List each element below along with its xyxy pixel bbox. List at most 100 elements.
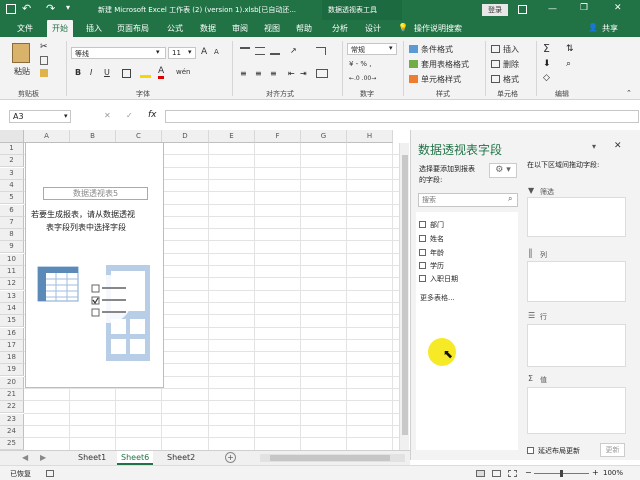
- pane-options-dropdown-icon[interactable]: ▾: [592, 142, 596, 151]
- row-header[interactable]: 19: [0, 364, 24, 377]
- minimize-button[interactable]: —: [548, 4, 557, 14]
- column-header[interactable]: F: [255, 130, 301, 143]
- conditional-format-button[interactable]: 条件格式: [421, 44, 453, 55]
- decimal-buttons[interactable]: ←.0 .00→: [349, 75, 376, 82]
- outdent-icon[interactable]: ⇥: [300, 69, 307, 78]
- redo-icon[interactable]: ↷: [46, 2, 55, 15]
- clear-icon[interactable]: ◇: [543, 73, 550, 83]
- merge-center-icon[interactable]: [316, 69, 328, 78]
- name-box[interactable]: A3: [9, 110, 71, 123]
- align-right-icon[interactable]: ≡: [270, 69, 277, 78]
- row-header[interactable]: 10: [0, 253, 24, 266]
- collapse-ribbon-icon[interactable]: ⌃: [626, 89, 632, 97]
- field-item-name[interactable]: 姓名: [419, 234, 444, 244]
- page-break-view-icon[interactable]: [508, 470, 517, 477]
- phonetic-button[interactable]: wén: [176, 68, 190, 76]
- row-header[interactable]: 23: [0, 413, 24, 426]
- italic-button[interactable]: I: [90, 68, 92, 77]
- orientation-icon[interactable]: ↗: [290, 46, 297, 55]
- fill-color-icon[interactable]: [140, 68, 151, 78]
- indent-icon[interactable]: ⇤: [288, 69, 295, 78]
- tab-help[interactable]: 帮助: [296, 23, 312, 34]
- row-header[interactable]: 21: [0, 389, 24, 401]
- paste-button[interactable]: 粘贴: [14, 66, 30, 77]
- close-button[interactable]: ✕: [614, 3, 622, 13]
- row-header[interactable]: 7: [0, 216, 24, 229]
- scroll-right-icon[interactable]: ▶: [40, 453, 46, 462]
- ribbon-display-options-icon[interactable]: [518, 5, 527, 14]
- quick-access-dropdown-icon[interactable]: ▾: [66, 3, 70, 12]
- values-drop-area[interactable]: [527, 387, 626, 434]
- row-header[interactable]: 3: [0, 167, 24, 180]
- fill-icon[interactable]: ⬇: [543, 59, 551, 69]
- scroll-thumb[interactable]: [402, 155, 408, 435]
- field-search-input[interactable]: 搜索: [418, 193, 518, 207]
- align-top-icon[interactable]: [240, 47, 250, 55]
- cancel-formula-button[interactable]: ✕: [104, 111, 111, 120]
- horizontal-scrollbar[interactable]: [260, 454, 405, 462]
- undo-icon[interactable]: ↶: [22, 2, 31, 15]
- field-checkbox[interactable]: [419, 275, 426, 282]
- sheet-tab-sheet2[interactable]: Sheet2: [163, 451, 199, 465]
- align-left-icon[interactable]: ≡: [240, 69, 247, 78]
- row-header[interactable]: 14: [0, 302, 24, 315]
- defer-update-checkbox[interactable]: [527, 447, 534, 454]
- row-header[interactable]: 1: [0, 143, 24, 155]
- tab-page-layout[interactable]: 页面布局: [117, 23, 149, 34]
- macro-record-icon[interactable]: [46, 470, 54, 477]
- add-sheet-button[interactable]: +: [225, 452, 236, 463]
- more-tables-link[interactable]: 更多表格...: [420, 293, 455, 303]
- scroll-left-icon[interactable]: ◀: [22, 453, 28, 462]
- field-checkbox[interactable]: [419, 262, 426, 269]
- row-header[interactable]: 4: [0, 179, 24, 192]
- bold-button[interactable]: B: [75, 68, 81, 77]
- underline-button[interactable]: U: [104, 68, 110, 77]
- column-header[interactable]: E: [209, 130, 255, 143]
- cut-icon[interactable]: ✂: [40, 42, 48, 52]
- tab-design[interactable]: 设计: [365, 23, 381, 34]
- row-header[interactable]: 6: [0, 204, 24, 217]
- field-item-education[interactable]: 学历: [419, 261, 444, 271]
- row-header[interactable]: 15: [0, 315, 24, 328]
- zoom-out-button[interactable]: −: [525, 468, 532, 477]
- paste-icon[interactable]: [12, 43, 30, 63]
- zoom-in-button[interactable]: +: [592, 468, 599, 477]
- field-item-department[interactable]: 部门: [419, 220, 444, 230]
- row-header[interactable]: 11: [0, 266, 24, 278]
- align-middle-icon[interactable]: [255, 47, 265, 55]
- cell-style-button[interactable]: 单元格样式: [421, 74, 461, 85]
- wrap-text-icon[interactable]: [316, 47, 326, 55]
- row-header[interactable]: 8: [0, 229, 24, 242]
- horizontal-scroll-thumb[interactable]: [270, 455, 390, 461]
- field-item-age[interactable]: 年龄: [419, 248, 444, 258]
- sort-filter-icon[interactable]: ⇅: [566, 44, 574, 54]
- row-header[interactable]: 2: [0, 155, 24, 168]
- row-header[interactable]: 22: [0, 401, 24, 414]
- row-header[interactable]: 9: [0, 241, 24, 254]
- columns-drop-area[interactable]: [527, 261, 626, 302]
- update-button[interactable]: 更新: [600, 443, 625, 457]
- enter-formula-button[interactable]: ✓: [126, 111, 133, 120]
- row-header[interactable]: 18: [0, 352, 24, 365]
- shrink-font-button[interactable]: A: [214, 48, 219, 56]
- tab-file[interactable]: 文件: [17, 23, 33, 34]
- normal-view-icon[interactable]: [476, 470, 485, 477]
- tab-insert[interactable]: 插入: [86, 23, 102, 34]
- format-cells-button[interactable]: 格式: [503, 74, 519, 85]
- tell-me-search[interactable]: 操作说明搜索: [414, 23, 462, 34]
- row-header[interactable]: 24: [0, 425, 24, 438]
- copy-icon[interactable]: [40, 56, 48, 65]
- grow-font-button[interactable]: A: [201, 47, 207, 57]
- tab-formulas[interactable]: 公式: [167, 23, 183, 34]
- zoom-slider[interactable]: [534, 470, 589, 477]
- filter-drop-area[interactable]: [527, 197, 626, 237]
- currency-percent-buttons[interactable]: ¥ - % ,: [349, 60, 372, 68]
- find-icon[interactable]: ⌕: [566, 59, 571, 69]
- field-checkbox[interactable]: [419, 235, 426, 242]
- login-button[interactable]: 登录: [482, 4, 508, 16]
- row-header[interactable]: 12: [0, 278, 24, 291]
- delete-cells-button[interactable]: 删除: [503, 59, 519, 70]
- align-bottom-icon[interactable]: [270, 47, 280, 55]
- sheet-tab-sheet6[interactable]: Sheet6: [117, 451, 154, 465]
- chevron-down-icon[interactable]: ▾: [64, 112, 68, 120]
